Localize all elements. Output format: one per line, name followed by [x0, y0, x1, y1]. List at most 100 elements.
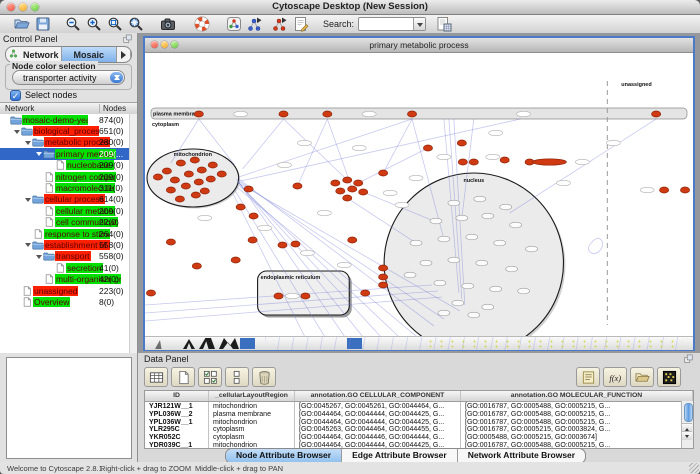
create-attribute-icon[interactable]: [171, 367, 195, 387]
file-icon: [54, 160, 66, 170]
attribute-table-header[interactable]: ID_cellularLayoutRegionannotation.GO CEL…: [145, 391, 693, 402]
tree-node-label: Overview: [33, 297, 70, 307]
zoom-fit-icon[interactable]: [107, 16, 123, 32]
tab-mosaic[interactable]: Mosaic: [62, 47, 118, 62]
tree-node-count: 264(0): [99, 229, 124, 239]
attribute-matrix-icon[interactable]: [657, 367, 681, 387]
tree-row-cell-communicat[interactable]: cell communicat22(0): [0, 217, 137, 228]
save-icon[interactable]: [35, 16, 51, 32]
help-lifesaver-icon[interactable]: [194, 16, 210, 32]
zoom-in-icon[interactable]: [86, 16, 102, 32]
tree-row-nucleobase[interactable]: nucleobase-209(0): [0, 160, 137, 171]
network-canvas[interactable]: plasma membranecytoplasmunassignedmitoch…: [145, 53, 693, 336]
tab-network-attribute-browser[interactable]: Network Attribute Browser: [458, 449, 585, 463]
zoom-out-icon[interactable]: [65, 16, 81, 32]
select-nodes-checkbox[interactable]: ✓: [10, 90, 21, 101]
table-scrollbar[interactable]: [681, 401, 693, 448]
expander-icon[interactable]: [34, 251, 43, 262]
column-header-cellularlayoutregion[interactable]: _cellularLayoutRegion: [209, 391, 295, 401]
table-row-ylr295c[interactable]: YLR295Ccytoplasm[GO:0045263, GO:0044464,…: [145, 425, 693, 433]
table-row-ykr052c[interactable]: YKR052Ccytoplasm[GO:0044464, GO:0044446,…: [145, 433, 693, 441]
expander-icon[interactable]: [23, 194, 32, 205]
zoom-selected-icon[interactable]: [128, 16, 144, 32]
tree-node-count: 209(0): [99, 206, 124, 216]
tree-scrollbar[interactable]: [129, 114, 137, 353]
network-view-window[interactable]: primary metabolic process plasma membran…: [143, 36, 695, 351]
tree-row-unassigned[interactable]: unassigned223(0): [0, 285, 137, 296]
notes-icon[interactable]: [576, 367, 600, 387]
column-header-id[interactable]: ID: [145, 391, 209, 401]
detach-panel-icon[interactable]: [683, 354, 694, 364]
cytoscape-window: Cytoscape Desktop (New Session) Search: …: [0, 0, 700, 474]
network-window-titlebar[interactable]: primary metabolic process: [145, 38, 693, 53]
network-overview-icon[interactable]: [226, 16, 242, 32]
tree-row-establishment-of-lo[interactable]: establishment of lo558(0): [0, 239, 137, 250]
tree-row-metabolic-process[interactable]: metabolic process280(0): [0, 137, 137, 148]
tree-row-macromolecule[interactable]: macromolecule311(0): [0, 182, 137, 193]
import-attributes-icon[interactable]: [630, 367, 654, 387]
file-icon: [43, 217, 55, 227]
tree-node-count: 41(0): [99, 263, 119, 273]
tree-row-transport[interactable]: transport558(0): [0, 251, 137, 262]
node-color-combo[interactable]: transporter activity: [12, 70, 125, 85]
open-folder-icon[interactable]: [14, 16, 30, 32]
tree-row-overview[interactable]: Overview8(0): [0, 296, 137, 307]
tree-row-nitrogen-compo[interactable]: nitrogen compo209(0): [0, 171, 137, 182]
cell: [GO:0016787, GO:0005488, GO:0005215, G..…: [461, 402, 693, 410]
more-tabs-arrow-icon[interactable]: [117, 47, 131, 62]
cell: [GO:0045263, GO:0044464, GO:0044455, G..…: [295, 425, 461, 433]
snapshot-camera-icon[interactable]: [160, 16, 176, 32]
column-header-annotation-go-molecular-function[interactable]: annotation.GO MOLECULAR_FUNCTION: [461, 391, 693, 401]
tab-network[interactable]: Network: [6, 47, 62, 62]
table-mode-icon[interactable]: [144, 367, 168, 387]
combo-stepper-icon[interactable]: [110, 72, 123, 83]
cell: [GO:0044464, GO:0044446, GO:0044444, G..…: [295, 433, 461, 441]
tree-row-cellular-process[interactable]: cellular process614(0): [0, 194, 137, 205]
expander-icon[interactable]: [23, 137, 32, 148]
tree-row-primary-metabo[interactable]: primary metabo209(...: [0, 148, 137, 159]
attribute-doc-icon[interactable]: [436, 16, 452, 32]
tree-node-count: 614(0): [99, 194, 124, 204]
expander-icon[interactable]: [34, 148, 43, 159]
tree-row-biological-process[interactable]: biological_process651(0): [0, 125, 137, 136]
search-dropdown-icon[interactable]: [413, 18, 425, 30]
file-icon: [43, 206, 55, 216]
add-nodes-icon[interactable]: [247, 16, 263, 32]
network-graph[interactable]: plasma membranecytoplasmunassignedmitoch…: [145, 53, 693, 336]
function-builder-icon[interactable]: f(x): [603, 367, 627, 387]
scroll-down-icon[interactable]: [682, 431, 692, 440]
cell: YDR039C__1: [145, 441, 209, 449]
tree-row-multi-organism-pro[interactable]: multi-organism pro42(0): [0, 273, 137, 284]
region-plasma-membrane[interactable]: [151, 108, 687, 119]
resize-grip[interactable]: [689, 463, 699, 473]
select-attributes-icon[interactable]: [198, 367, 222, 387]
tree-row-secretion[interactable]: secretion41(0): [0, 262, 137, 273]
table-row-yjr121w-1[interactable]: YJR121W__1mitochondrion[GO:0045267, GO:0…: [145, 402, 693, 410]
expander-icon[interactable]: [12, 126, 21, 137]
cell: mitochondrion: [209, 402, 295, 410]
tree-row-cellular-metabo[interactable]: cellular metabo209(0): [0, 205, 137, 216]
status-hint-pan: Middle-click + drag to PAN: [195, 464, 283, 473]
scrollbar-thumb[interactable]: [684, 403, 693, 422]
window-title: Cytoscape Desktop (New Session): [0, 1, 700, 12]
search-input[interactable]: [358, 17, 426, 31]
table-row-ypl036w-2[interactable]: YPL036W__2plasma membrane[GO:0044464, GO…: [145, 410, 693, 418]
tab-label: Mosaic: [73, 50, 104, 60]
region-nucleus[interactable]: [384, 173, 563, 336]
status-hint-zoom: Right-click + drag to ZOOM: [100, 464, 191, 473]
tab-edge-attribute-browser[interactable]: Edge Attribute Browser: [342, 449, 458, 463]
tab-node-attribute-browser[interactable]: Node Attribute Browser: [226, 449, 342, 463]
detach-panel-icon[interactable]: [122, 34, 133, 44]
annotation-icon[interactable]: [293, 16, 309, 32]
file-icon: [21, 286, 33, 296]
add-edges-icon[interactable]: [272, 16, 288, 32]
table-row-ypl036w-1[interactable]: YPL036W__1mitochondrion[GO:0044464, GO:0…: [145, 418, 693, 426]
delete-attribute-icon[interactable]: [252, 367, 276, 387]
birdseye-view-panel[interactable]: [6, 357, 132, 459]
unselect-attributes-icon[interactable]: [225, 367, 249, 387]
expander-icon[interactable]: [23, 239, 32, 250]
tree-node-label: mosaic-demo-yeast: [22, 115, 88, 125]
tree-row-mosaic-demo-yeast[interactable]: mosaic-demo-yeast874(0): [0, 114, 137, 125]
column-header-annotation-go-cellular-component[interactable]: annotation.GO CELLULAR_COMPONENT: [295, 391, 461, 401]
tree-row-response-to-stimulu[interactable]: response to stimulu264(0): [0, 228, 137, 239]
